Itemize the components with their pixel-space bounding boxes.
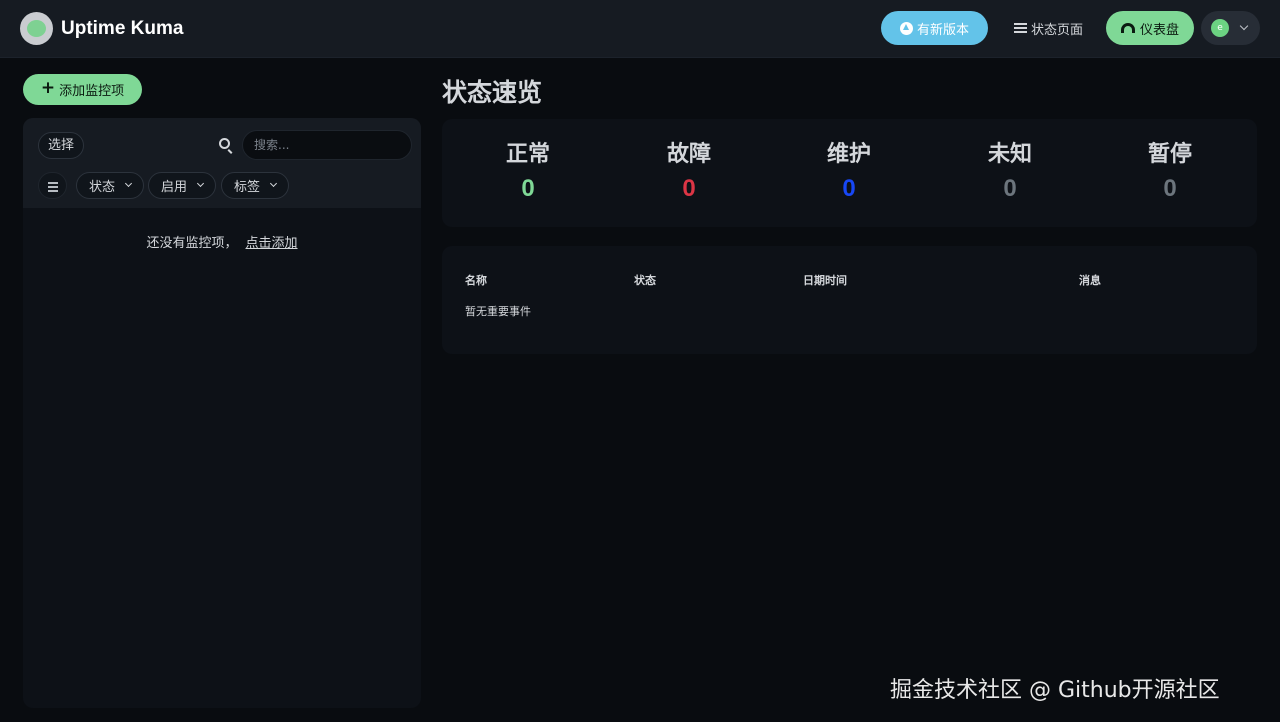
important-events-card: 名称 状态 日期时间 消息 暂无重要事件 xyxy=(442,246,1257,354)
search-icon xyxy=(219,138,230,149)
column-header-status: 状态 xyxy=(634,274,656,287)
monitor-list-panel: 选择 状态 启用 标签 还没有监控项， 点击添加 xyxy=(23,118,421,708)
logo-icon xyxy=(20,12,53,45)
empty-monitor-text: 还没有监控项， xyxy=(146,236,238,251)
stat-up: 正常 0 xyxy=(468,136,588,203)
filter-tags-dropdown[interactable]: 标签 xyxy=(221,172,289,199)
chevron-down-icon xyxy=(124,179,133,188)
brand-name: Uptime Kuma xyxy=(61,17,184,39)
chevron-down-icon xyxy=(269,179,278,188)
filter-status-dropdown[interactable]: 状态 xyxy=(76,172,144,199)
stat-paused-value: 0 xyxy=(1163,175,1177,202)
stat-down: 故障 0 xyxy=(629,136,749,203)
update-label: 有新版本 xyxy=(916,22,969,38)
dashboard-label: 仪表盘 xyxy=(1139,22,1179,38)
chevron-down-icon xyxy=(196,179,205,188)
dashboard-button[interactable]: 仪表盘 xyxy=(1106,11,1194,45)
stat-down-value: 0 xyxy=(682,175,696,202)
empty-monitor-message: 还没有监控项， 点击添加 xyxy=(23,232,421,251)
plus-icon: + xyxy=(40,78,56,98)
stat-maintenance-label: 维护 xyxy=(826,142,871,167)
stat-down-label: 故障 xyxy=(666,142,711,167)
stat-unknown-label: 未知 xyxy=(987,142,1032,167)
stat-maintenance-value: 0 xyxy=(842,175,856,202)
stat-paused-label: 暂停 xyxy=(1147,142,1192,167)
stat-up-value: 0 xyxy=(521,175,535,202)
filter-menu-button[interactable] xyxy=(38,172,67,199)
stat-unknown: 未知 0 xyxy=(950,136,1070,203)
stat-paused: 暂停 0 xyxy=(1110,136,1230,203)
stat-maintenance: 维护 0 xyxy=(789,136,909,203)
status-page-link[interactable]: 状态页面 xyxy=(1014,17,1083,39)
column-header-message: 消息 xyxy=(1079,274,1101,287)
top-navbar: Uptime Kuma 有新版本 状态页面 仪表盘 e xyxy=(0,0,1280,58)
select-button[interactable]: 选择 xyxy=(38,132,84,159)
gauge-icon xyxy=(1120,23,1135,33)
filter-status-label: 状态 xyxy=(89,180,116,195)
filter-active-dropdown[interactable]: 启用 xyxy=(148,172,216,199)
column-header-datetime: 日期时间 xyxy=(803,274,847,287)
arrow-up-circle-icon xyxy=(899,21,913,35)
add-monitor-label: 添加监控项 xyxy=(59,84,125,99)
filter-active-label: 启用 xyxy=(161,180,188,195)
column-header-name: 名称 xyxy=(465,274,487,287)
stat-unknown-value: 0 xyxy=(1003,175,1017,202)
add-monitor-button[interactable]: + 添加监控项 xyxy=(23,74,142,105)
profile-dropdown[interactable]: e xyxy=(1201,11,1260,45)
watermark: 掘金技术社区 @ Github开源社区 xyxy=(890,678,1220,703)
stat-up-label: 正常 xyxy=(505,142,550,167)
update-available-button[interactable]: 有新版本 xyxy=(881,11,988,45)
brand[interactable]: Uptime Kuma xyxy=(20,12,183,45)
list-icon xyxy=(1014,23,1027,33)
filter-tags-label: 标签 xyxy=(234,180,261,195)
page-title: 状态速览 xyxy=(442,78,543,107)
search-input[interactable] xyxy=(242,130,412,160)
no-events-text: 暂无重要事件 xyxy=(465,305,531,318)
chevron-down-icon xyxy=(1239,21,1249,31)
status-page-label: 状态页面 xyxy=(1031,22,1084,38)
add-monitor-link[interactable]: 点击添加 xyxy=(246,236,298,251)
avatar: e xyxy=(1211,19,1229,37)
monitor-list-toolbar: 选择 状态 启用 标签 xyxy=(23,118,421,208)
status-overview-card: 正常 0 故障 0 维护 0 未知 0 暂停 0 xyxy=(442,119,1257,227)
